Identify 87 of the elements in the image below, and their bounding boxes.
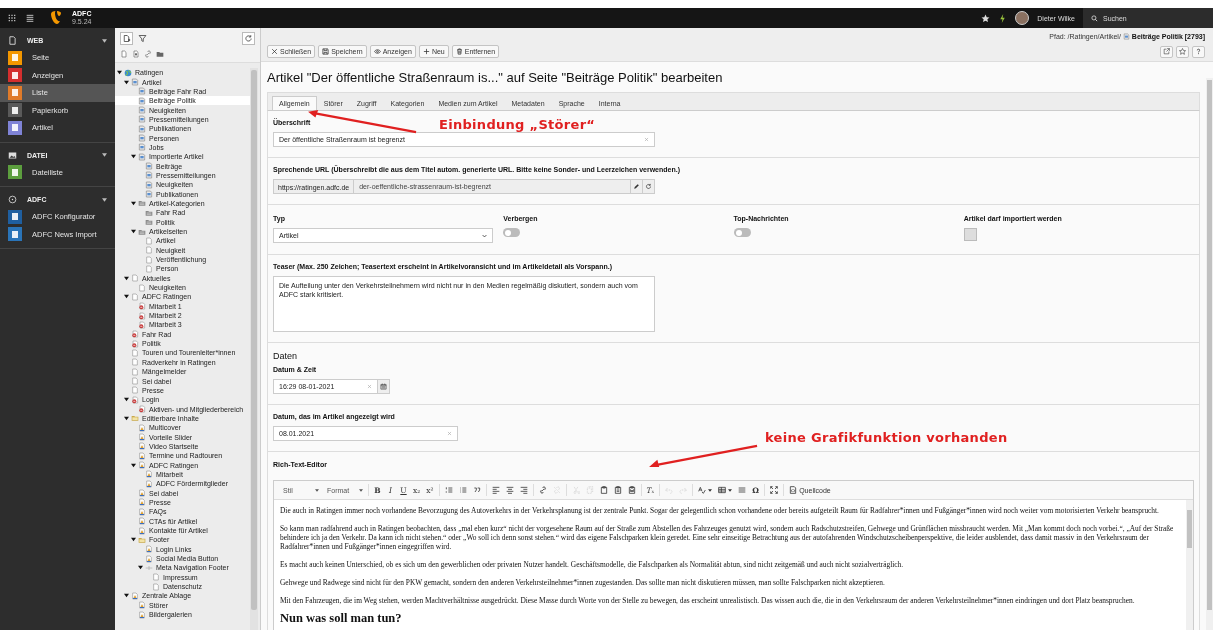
folder-page-icon <box>1122 33 1130 40</box>
new-page-icon[interactable] <box>120 32 133 45</box>
logo-icon[interactable] <box>50 11 62 25</box>
circle-icon <box>8 195 17 204</box>
caret-icon <box>102 38 107 43</box>
calendar-button[interactable] <box>378 379 390 394</box>
refresh-button[interactable] <box>643 179 655 194</box>
expand-icon[interactable] <box>124 275 129 281</box>
pencil-icon <box>633 183 640 190</box>
annotation-text: Einbindung „Störer“ <box>439 117 596 132</box>
editor-heading: Nun was soll man tun? <box>280 614 403 623</box>
link-icon[interactable] <box>144 50 152 58</box>
expand-icon[interactable] <box>131 201 136 206</box>
cut-icon <box>571 486 580 494</box>
caret-icon <box>708 488 713 492</box>
spacer-icon <box>145 563 153 572</box>
expand-icon[interactable] <box>124 593 129 599</box>
table-button[interactable] <box>716 484 735 496</box>
align-left-icon <box>491 486 500 494</box>
save-icon <box>322 48 330 55</box>
paste-word-icon <box>627 486 636 494</box>
numbered-list-icon <box>444 486 453 494</box>
copy-icon <box>585 486 594 494</box>
paste-icon <box>599 486 608 494</box>
help-button[interactable] <box>1192 45 1205 58</box>
folder-icon <box>131 414 139 423</box>
list-icon[interactable] <box>26 14 34 22</box>
expand-icon[interactable] <box>124 294 129 300</box>
image-icon <box>8 150 17 160</box>
folder-page-icon[interactable] <box>132 50 140 58</box>
toggle-switch[interactable] <box>733 228 751 237</box>
expand-icon[interactable] <box>124 415 129 421</box>
caret-icon <box>315 488 319 492</box>
view-icon <box>373 48 381 55</box>
table-icon <box>718 486 727 494</box>
caret-icon <box>102 197 107 202</box>
link-icon <box>538 486 547 494</box>
chevron-down-icon <box>482 233 487 238</box>
expand-icon[interactable] <box>124 397 129 403</box>
paste-text-icon <box>613 486 622 494</box>
align-center-icon <box>505 486 514 494</box>
close-icon <box>271 48 278 55</box>
folder-icon[interactable] <box>156 50 164 58</box>
page-icon[interactable] <box>120 50 128 58</box>
search-icon <box>1091 14 1098 22</box>
caret-icon <box>728 488 733 492</box>
filter-icon[interactable] <box>137 33 148 44</box>
delete-icon <box>455 48 463 55</box>
caret-icon <box>102 153 107 157</box>
annotation-text: keine Grafikfunktion vorhanden <box>765 430 1008 445</box>
spellcheck-icon <box>698 486 707 494</box>
toggle-edit-button[interactable] <box>631 179 643 194</box>
new-icon <box>422 48 430 55</box>
star-icon <box>1179 48 1186 55</box>
refresh-icon[interactable] <box>242 32 255 45</box>
page-icon <box>8 36 17 45</box>
bookmark-button[interactable] <box>1176 45 1189 58</box>
grid-icon[interactable] <box>8 14 16 22</box>
expand-icon[interactable] <box>138 565 143 571</box>
open-window-button[interactable] <box>1160 45 1173 58</box>
horizontal-rule-icon <box>738 486 747 494</box>
caret-icon <box>359 488 363 492</box>
maximize-icon <box>770 486 779 494</box>
scrollbar[interactable] <box>1206 78 1213 630</box>
external-window-icon <box>1163 48 1170 55</box>
expand-icon[interactable] <box>131 537 136 543</box>
refresh-icon <box>645 183 652 190</box>
quote-icon <box>472 486 481 494</box>
expand-icon[interactable] <box>131 154 136 160</box>
spellcheck-button[interactable] <box>696 484 715 496</box>
scrollbar[interactable] <box>250 68 258 630</box>
avatar[interactable] <box>1015 11 1030 25</box>
page-heading: Artikel "Der öffentliche Straßenraum is..." auf Seite "Beiträge Politik" bearbeiten <box>267 70 724 85</box>
align-right-icon <box>519 486 528 494</box>
expand-icon[interactable] <box>131 462 136 468</box>
source-icon <box>789 486 798 494</box>
question-mark-icon <box>1195 48 1202 55</box>
folder-icon <box>138 535 146 544</box>
maximize-button[interactable] <box>768 484 781 496</box>
section-heading: Daten <box>273 351 299 361</box>
star-icon[interactable] <box>981 13 991 23</box>
scrollbar[interactable] <box>1186 500 1193 630</box>
globe-icon <box>124 68 132 77</box>
expand-icon[interactable] <box>131 229 136 234</box>
bullet-list-icon <box>458 486 467 494</box>
toggle-switch[interactable] <box>503 228 521 237</box>
calendar-icon <box>380 383 387 390</box>
